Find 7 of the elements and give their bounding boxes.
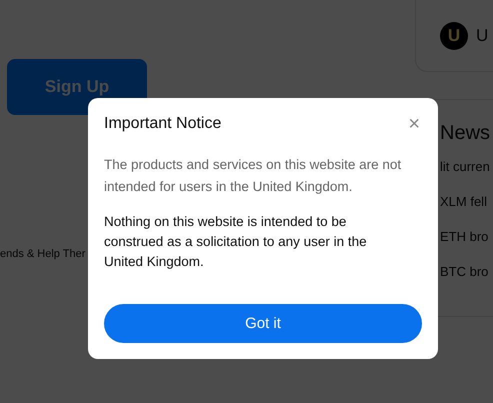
account-name: U [476,26,488,46]
body-text: Nothing on this website is intended to be construed as a solicitation to any user in the United Kingdom. [104,213,368,271]
got-it-button[interactable]: Got it [104,304,422,343]
dialog-title: Important Notice [104,115,222,133]
news-title: News [440,122,492,145]
close-button[interactable]: × [406,114,422,134]
notice-text: The products and services on this website are not intended for users in the United Kingdom. [104,156,402,196]
